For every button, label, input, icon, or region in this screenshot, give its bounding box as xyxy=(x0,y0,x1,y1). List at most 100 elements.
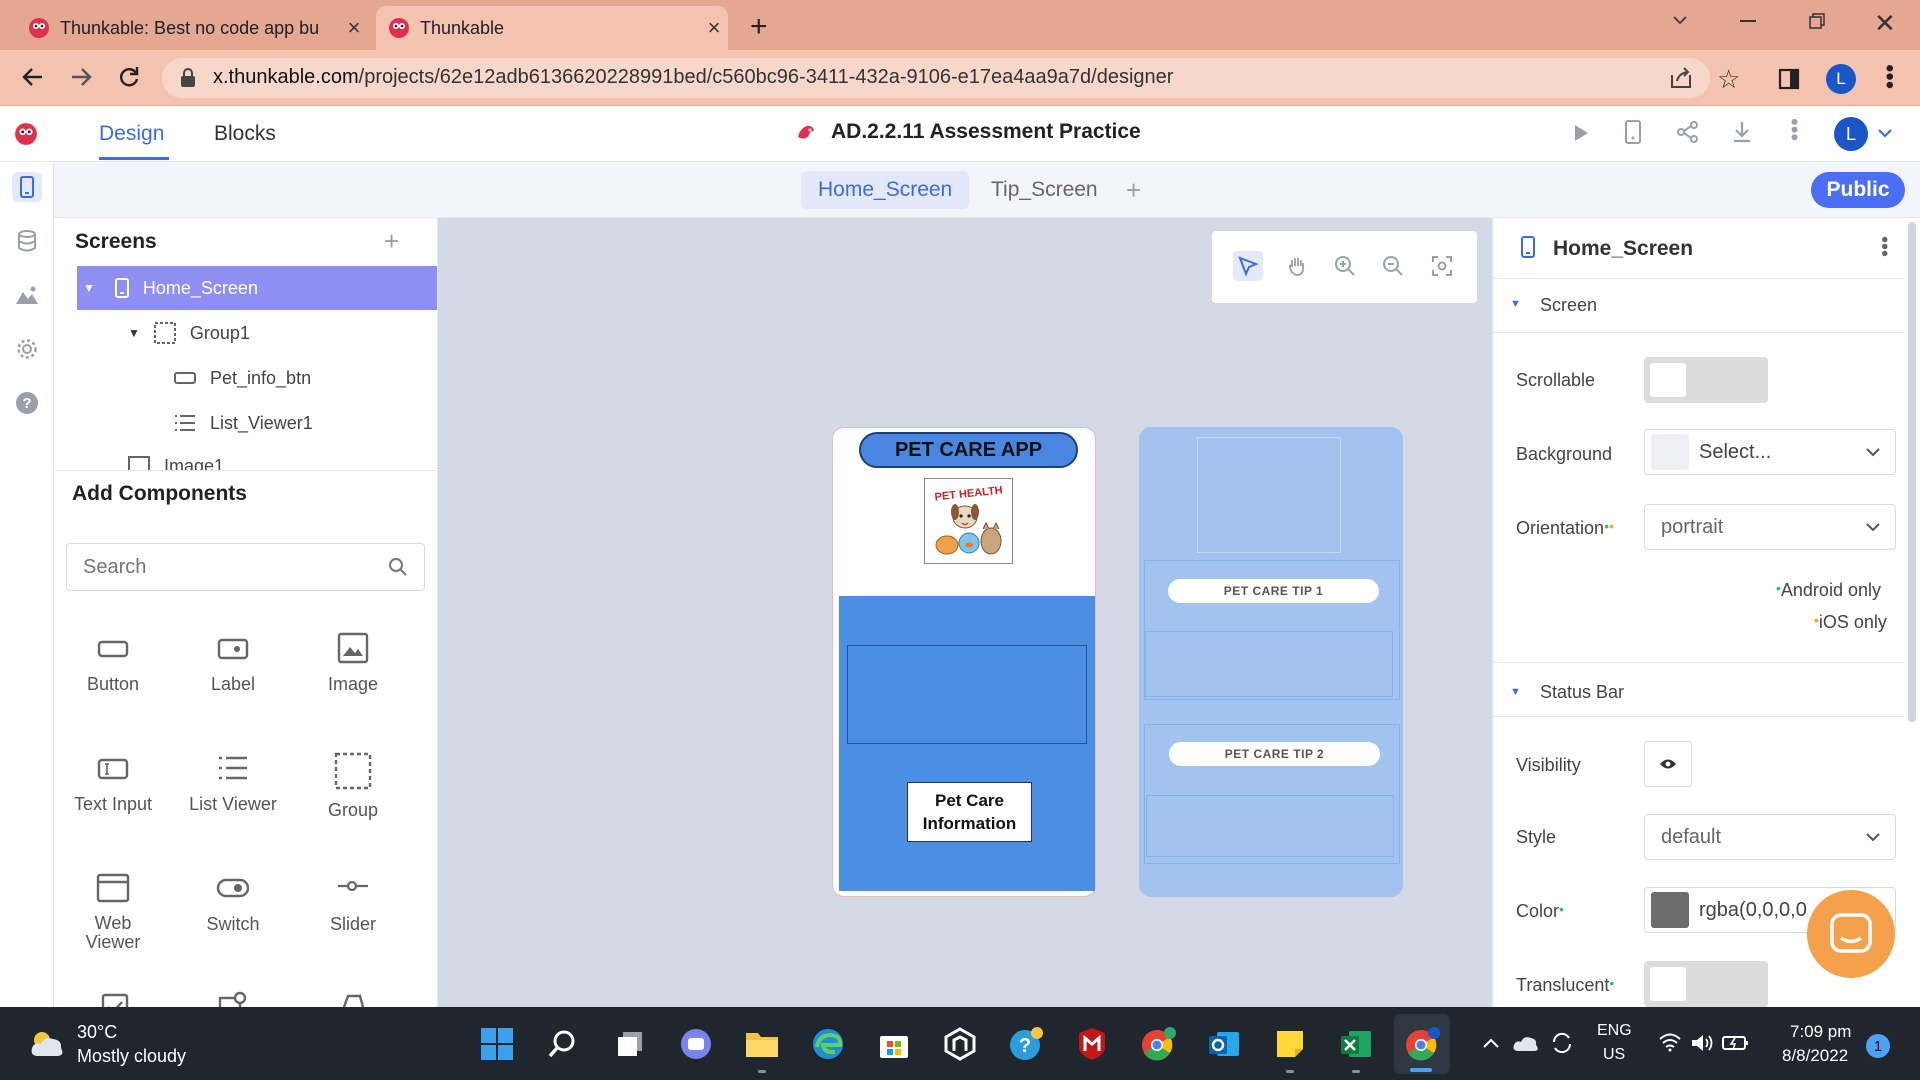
bookmark-star-icon[interactable]: ☆ xyxy=(1717,64,1740,95)
language-indicator-top[interactable]: ENG xyxy=(1597,1022,1632,1040)
forward-icon[interactable] xyxy=(68,64,94,90)
notification-badge[interactable]: 1 xyxy=(1866,1034,1890,1058)
close-tab-icon[interactable]: × xyxy=(340,15,368,41)
user-avatar[interactable]: L xyxy=(1834,117,1868,151)
download-icon[interactable] xyxy=(1731,120,1753,144)
browser-tab-thunkable[interactable]: Thunkable × xyxy=(376,6,728,50)
reload-icon[interactable] xyxy=(116,64,142,90)
help-icon[interactable]: ? xyxy=(12,388,42,418)
language-indicator-bottom[interactable]: US xyxy=(1603,1046,1625,1064)
browser-menu-icon[interactable]: ••• xyxy=(1876,64,1903,89)
properties-menu-icon[interactable]: ••• xyxy=(1873,236,1895,257)
component-search-input[interactable] xyxy=(83,556,363,579)
tree-item-image1[interactable]: Image1 xyxy=(128,446,224,470)
chat-support-button[interactable] xyxy=(1807,890,1895,978)
url-text[interactable]: x.thunkable.com/projects/62e12adb6136620… xyxy=(213,66,1173,89)
chrome-profile-icon[interactable] xyxy=(1139,1025,1177,1063)
wifi-icon[interactable] xyxy=(1658,1032,1682,1052)
chevron-down-icon[interactable] xyxy=(1877,126,1893,140)
microsoft-store-icon[interactable] xyxy=(875,1025,913,1063)
browser-profile-avatar[interactable]: L xyxy=(1826,64,1856,94)
translucent-toggle[interactable] xyxy=(1644,961,1768,1007)
new-tab-icon[interactable]: + xyxy=(750,10,768,44)
section-status-bar-title[interactable]: Status Bar xyxy=(1540,682,1624,703)
side-panel-icon[interactable] xyxy=(1778,68,1800,90)
sticky-notes-icon[interactable] xyxy=(1271,1025,1309,1063)
search-icon[interactable] xyxy=(388,557,408,577)
tab-tip-screen[interactable]: Tip_Screen xyxy=(974,171,1115,209)
close-tab-icon[interactable]: × xyxy=(700,15,728,41)
list-viewer1-preview[interactable] xyxy=(847,645,1087,744)
add-screen-icon[interactable]: + xyxy=(1126,175,1141,206)
caret-down-icon[interactable]: ▼ xyxy=(83,281,95,295)
database-icon[interactable] xyxy=(12,226,42,256)
zoom-in-icon[interactable] xyxy=(1330,251,1360,281)
app-title-label[interactable]: PET CARE APP xyxy=(859,432,1078,468)
tab-design[interactable]: Design xyxy=(99,122,164,146)
component-switch[interactable]: Switch xyxy=(173,872,293,935)
scrollable-toggle[interactable] xyxy=(1644,357,1768,403)
back-icon[interactable] xyxy=(20,64,46,90)
file-explorer-icon[interactable] xyxy=(743,1025,781,1063)
mcafee-icon[interactable] xyxy=(1073,1025,1111,1063)
tip2-list-viewer[interactable] xyxy=(1146,795,1394,857)
taskbar-search-icon[interactable] xyxy=(544,1025,582,1063)
caret-down-icon[interactable]: ▼ xyxy=(1510,298,1521,310)
tab-home-screen[interactable]: Home_Screen xyxy=(801,171,970,209)
tree-item-home-screen[interactable]: ▼ Home_Screen xyxy=(77,266,437,310)
weather-temperature[interactable]: 30°C xyxy=(77,1022,117,1043)
public-button[interactable]: Public xyxy=(1811,172,1905,208)
tree-item-list-viewer1[interactable]: List_Viewer1 xyxy=(174,401,313,445)
close-window-icon[interactable]: ✕ xyxy=(1874,8,1896,39)
tab-blocks[interactable]: Blocks xyxy=(214,122,276,146)
orientation-select[interactable]: portrait xyxy=(1644,504,1896,550)
canvas-icon[interactable] xyxy=(336,990,370,1007)
caret-down-icon[interactable]: ▼ xyxy=(128,326,140,340)
style-select[interactable]: default xyxy=(1644,814,1896,860)
component-search-box[interactable] xyxy=(66,543,425,591)
pan-hand-icon[interactable] xyxy=(1282,251,1312,281)
tip1-list-viewer[interactable] xyxy=(1145,631,1393,697)
tree-item-pet-info-btn[interactable]: Pet_info_btn xyxy=(174,356,311,400)
weather-cloud-icon[interactable] xyxy=(28,1028,66,1058)
component-image[interactable]: Image xyxy=(293,632,413,695)
share-project-icon[interactable] xyxy=(1676,121,1700,143)
visibility-toggle-button[interactable] xyxy=(1644,741,1692,787)
component-group[interactable]: Group xyxy=(293,752,413,821)
edge-browser-icon[interactable] xyxy=(809,1025,847,1063)
checkbox-icon[interactable] xyxy=(100,992,130,1007)
tip1-label[interactable]: PET CARE TIP 1 xyxy=(1168,579,1379,603)
clock-date[interactable]: 8/8/2022 xyxy=(1782,1046,1848,1066)
share-icon[interactable] xyxy=(1669,66,1693,90)
weather-description[interactable]: Mostly cloudy xyxy=(77,1046,186,1067)
task-view-icon[interactable] xyxy=(611,1025,649,1063)
add-screen-plus-icon[interactable]: + xyxy=(384,226,399,257)
pet-info-button[interactable]: Pet Care Information xyxy=(907,782,1032,842)
component-list-viewer[interactable]: List Viewer xyxy=(173,752,293,815)
chrome-active-icon[interactable] xyxy=(1403,1025,1441,1063)
windows-start-icon[interactable] xyxy=(478,1025,516,1063)
component-label[interactable]: Label xyxy=(173,632,293,695)
component-slider[interactable]: Slider xyxy=(293,872,413,935)
map-icon[interactable] xyxy=(218,990,250,1007)
pet-health-image[interactable]: PET HEALTH xyxy=(924,478,1013,564)
project-menu-icon[interactable]: ••• xyxy=(1782,118,1807,141)
show-hidden-icons-chevron-icon[interactable] xyxy=(1482,1036,1500,1050)
excel-icon[interactable] xyxy=(1337,1025,1375,1063)
background-select[interactable]: Select... xyxy=(1644,429,1896,475)
sync-icon[interactable] xyxy=(1550,1032,1574,1054)
help-app-icon[interactable]: ? xyxy=(1007,1025,1045,1063)
minimize-window-icon[interactable] xyxy=(1740,20,1756,22)
settings-gear-icon[interactable] xyxy=(12,334,42,364)
assets-icon[interactable] xyxy=(12,280,42,310)
caret-down-icon[interactable]: ▼ xyxy=(1510,686,1521,698)
outlook-icon[interactable] xyxy=(1205,1025,1243,1063)
properties-scrollbar[interactable] xyxy=(1908,222,1916,722)
volume-icon[interactable] xyxy=(1690,1032,1714,1054)
tip-image-placeholder[interactable] xyxy=(1197,437,1341,553)
live-test-phone-icon[interactable] xyxy=(1624,120,1642,144)
design-phone-icon[interactable] xyxy=(12,172,42,202)
zoom-out-icon[interactable] xyxy=(1378,251,1408,281)
component-button[interactable]: Button xyxy=(53,632,173,695)
fit-screen-icon[interactable] xyxy=(1427,251,1457,281)
